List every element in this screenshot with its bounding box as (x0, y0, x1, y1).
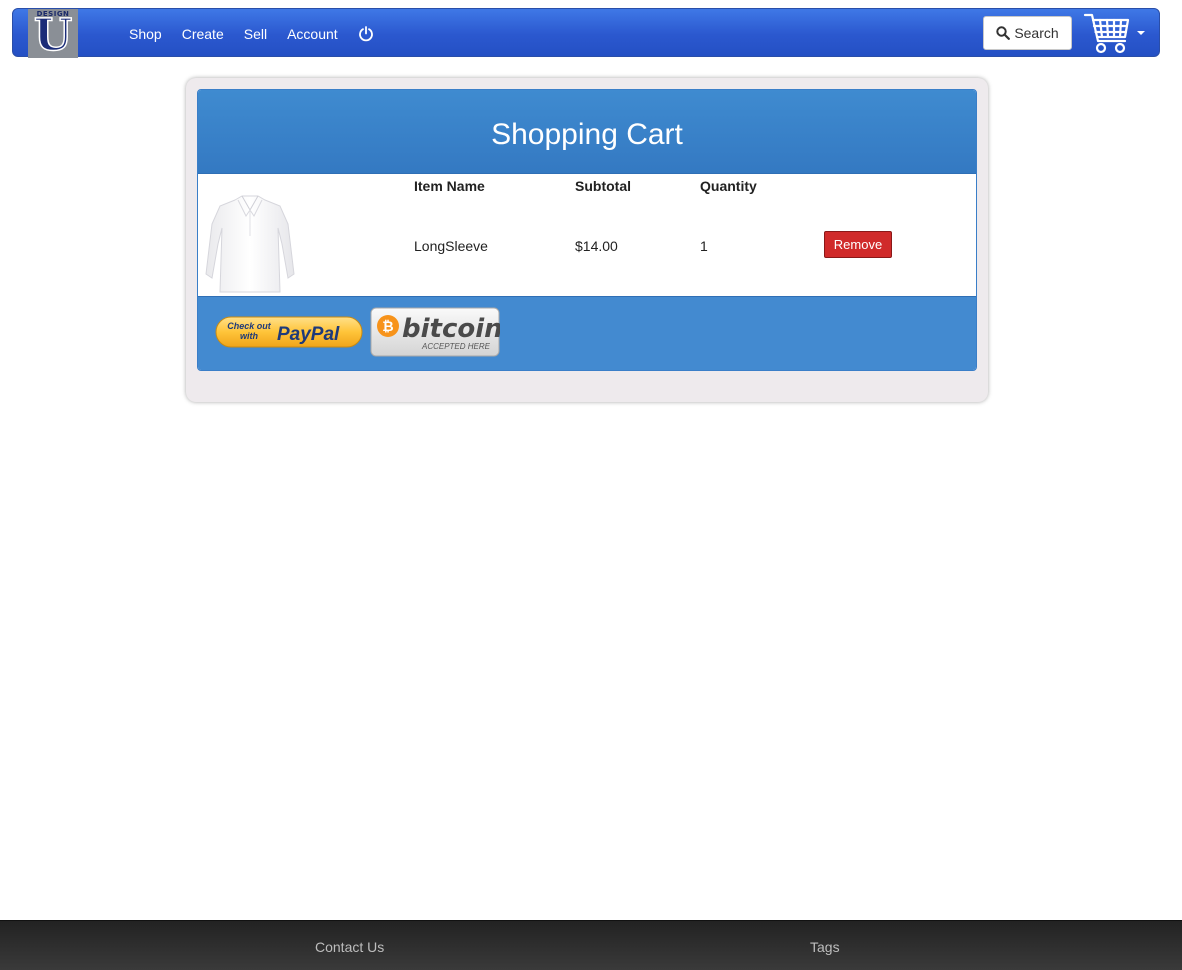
cart-container: Shopping Cart Item Name Subtotal Quantit… (186, 78, 988, 402)
power-icon[interactable] (358, 25, 374, 42)
page-footer: Contact Us Tags (0, 920, 1182, 970)
footer-link-contact[interactable]: Contact Us (315, 939, 384, 955)
footer-link-tags[interactable]: Tags (810, 939, 840, 955)
chevron-down-icon (1137, 31, 1145, 35)
bitcoin-tagline: ACCEPTED HERE (421, 342, 491, 351)
search-label: Search (1014, 25, 1059, 41)
item-name: LongSleeve (414, 238, 488, 254)
paypal-checkout-button[interactable]: Check out with PayPal (215, 316, 363, 348)
logo-letter: U (33, 10, 73, 58)
paypal-line1: Check out (227, 321, 272, 331)
paypal-brand: PayPal (277, 324, 340, 345)
product-image[interactable] (202, 194, 298, 294)
nav-create[interactable]: Create (182, 26, 224, 42)
cart-panel: Shopping Cart Item Name Subtotal Quantit… (197, 89, 977, 371)
item-subtotal: $14.00 (575, 238, 618, 254)
search-icon (996, 26, 1011, 40)
site-logo[interactable]: DESIGN U (28, 9, 78, 58)
nav-sell[interactable]: Sell (244, 26, 267, 42)
bitcoin-checkout-button[interactable]: ₿ bitcoin ACCEPTED HERE (370, 307, 500, 357)
shopping-cart-icon (1083, 13, 1130, 54)
nav-account[interactable]: Account (287, 26, 338, 42)
cart-dropdown-toggle[interactable] (1083, 9, 1149, 58)
checkout-bar: Check out with PayPal ₿ bitcoin ACCEPTED… (198, 296, 976, 370)
top-navbar: DESIGN U Shop Create Sell Account Search (12, 8, 1160, 58)
nav-links: Shop Create Sell Account (129, 9, 374, 58)
item-quantity: 1 (700, 238, 708, 254)
column-header-item-name: Item Name (414, 178, 485, 194)
cart-header: Shopping Cart (198, 90, 976, 174)
column-header-quantity: Quantity (700, 178, 757, 194)
bitcoin-brand: bitcoin (402, 314, 500, 344)
page-title: Shopping Cart (491, 118, 683, 151)
nav-shop[interactable]: Shop (129, 26, 162, 42)
remove-button[interactable]: Remove (824, 231, 892, 258)
paypal-line2: with (240, 331, 258, 341)
search-button[interactable]: Search (983, 16, 1072, 50)
svg-text:₿: ₿ (382, 319, 393, 335)
column-header-subtotal: Subtotal (575, 178, 631, 194)
